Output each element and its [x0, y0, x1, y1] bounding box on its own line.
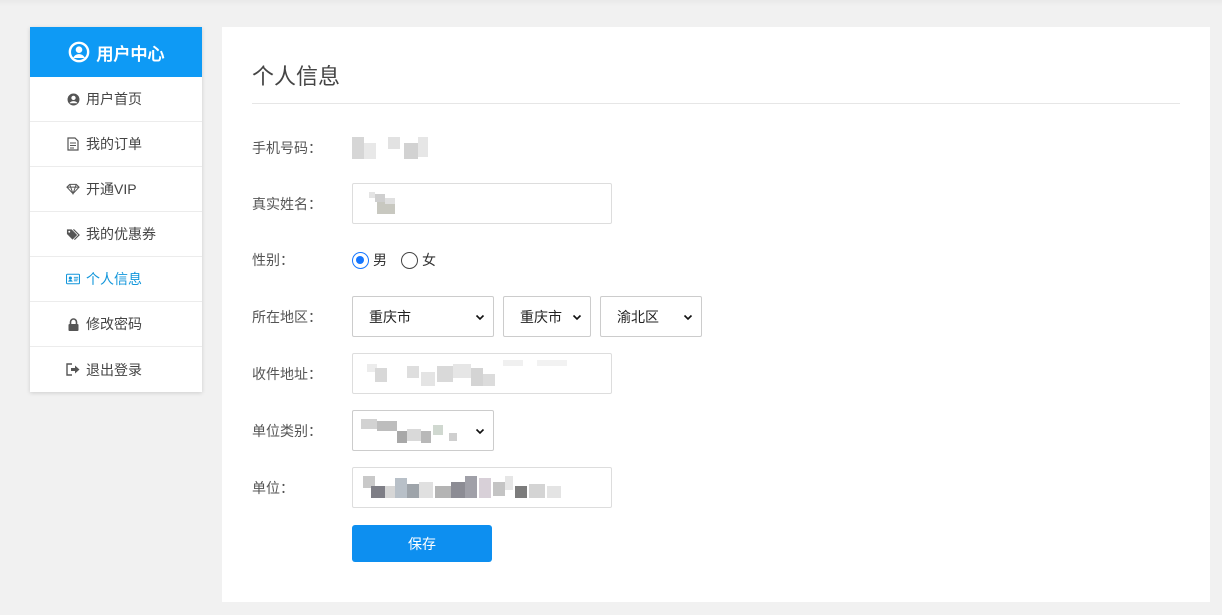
unit-type-label: 单位类别： [252, 422, 322, 439]
sidebar-item-label: 退出登录 [86, 361, 142, 378]
gender-male-radio[interactable] [352, 251, 369, 269]
gender-female-radio[interactable] [401, 251, 418, 269]
sidebar-item-home[interactable]: 用户首页 [30, 77, 202, 122]
sidebar-item-label: 修改密码 [86, 316, 142, 332]
profile-panel: 个人信息 手机号码： 真实姓名： 性别： 男 女 所在地区： 重庆市 重庆市 渝… [222, 27, 1210, 602]
save-button[interactable]: 保存 [352, 525, 492, 562]
real-name-row: 真实姓名： [252, 183, 612, 224]
unit-type-row: 单位类别： [252, 410, 494, 451]
unit-type-select[interactable] [352, 410, 494, 451]
phone-row: 手机号码： [252, 137, 432, 159]
address-input[interactable] [352, 353, 612, 394]
user-circle-icon [66, 92, 80, 106]
unit-row: 单位： [252, 467, 612, 508]
sidebar-item-coupons[interactable]: 我的优惠券 [30, 212, 202, 257]
page-title: 个人信息 [252, 64, 341, 89]
chevron-down-icon [572, 314, 582, 320]
province-select[interactable]: 重庆市 [352, 296, 494, 337]
gender-row: 性别： 男 女 [252, 250, 450, 270]
user-circle-icon [68, 41, 89, 63]
tags-icon [66, 227, 80, 241]
address-label: 收件地址： [252, 365, 322, 382]
sidebar-item-label: 个人信息 [86, 271, 142, 287]
address-row: 收件地址： [252, 353, 612, 394]
gender-male-label[interactable]: 男 [373, 250, 387, 270]
sidebar-item-label: 我的订单 [86, 136, 142, 152]
sidebar-item-label: 用户首页 [86, 91, 142, 107]
sidebar-item-profile[interactable]: 个人信息 [30, 257, 202, 302]
chevron-down-icon [683, 314, 693, 320]
unit-label: 单位： [252, 479, 294, 496]
district-value: 渝北区 [617, 308, 659, 325]
sign-out-icon [66, 363, 80, 377]
region-label: 所在地区： [252, 308, 322, 325]
real-name-input[interactable] [352, 183, 612, 224]
sidebar-item-logout[interactable]: 退出登录 [30, 347, 202, 392]
gender-radio-group: 男 女 [352, 250, 450, 270]
diamond-icon [66, 182, 80, 196]
sidebar-item-vip[interactable]: 开通VIP [30, 167, 202, 212]
region-row: 所在地区： 重庆市 重庆市 渝北区 [252, 296, 702, 337]
unit-type-value-redacted [361, 418, 461, 443]
id-card-icon [66, 272, 80, 286]
unit-input[interactable] [352, 467, 612, 508]
lock-icon [66, 317, 80, 331]
user-center-sidebar: 用户中心 用户首页 我的订单 开通VIP 我的优惠券 个人信息 修改密码 退出登… [30, 27, 202, 392]
city-select[interactable]: 重庆市 [503, 296, 591, 337]
title-divider [252, 103, 1180, 104]
top-strip [0, 0, 1222, 6]
document-icon [66, 137, 80, 151]
sidebar-item-change-password[interactable]: 修改密码 [30, 302, 202, 347]
sidebar-item-label: 我的优惠券 [86, 226, 156, 242]
province-value: 重庆市 [369, 308, 411, 325]
gender-label: 性别： [252, 252, 294, 268]
chevron-down-icon [475, 314, 485, 320]
phone-label: 手机号码： [252, 140, 322, 156]
sidebar-header: 用户中心 [30, 27, 202, 77]
sidebar-item-orders[interactable]: 我的订单 [30, 122, 202, 167]
sidebar-title: 用户中心 [96, 44, 165, 64]
gender-female-label[interactable]: 女 [422, 250, 436, 270]
real-name-label: 真实姓名： [252, 195, 322, 212]
phone-value-redacted [352, 137, 432, 159]
chevron-down-icon [475, 428, 485, 434]
district-select[interactable]: 渝北区 [600, 296, 702, 337]
city-value: 重庆市 [520, 308, 562, 325]
sidebar-item-label: 开通VIP [86, 181, 137, 197]
